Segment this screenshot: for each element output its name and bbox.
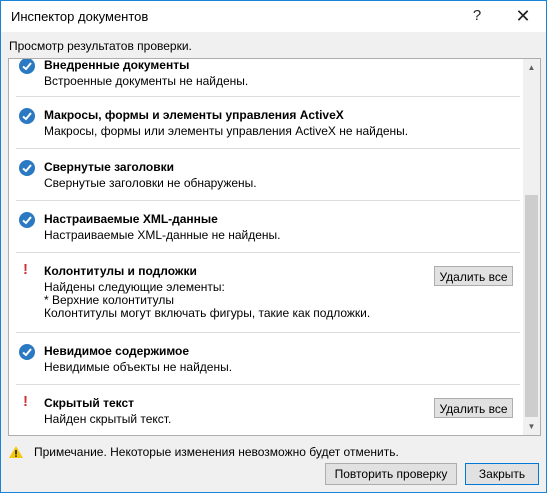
check-circle-icon: [19, 212, 35, 228]
result-description: Невидимые объекты не найдены.: [44, 360, 233, 374]
close-button[interactable]: Закрыть: [465, 463, 539, 485]
exclamation-icon: !: [23, 393, 28, 410]
remove-all-button[interactable]: Удалить все: [434, 398, 513, 418]
check-circle-icon: [19, 344, 35, 360]
recheck-button[interactable]: Повторить проверку: [325, 463, 457, 485]
scroll-down-arrow-icon[interactable]: ▼: [523, 418, 540, 435]
vertical-scrollbar[interactable]: ▲ ▼: [523, 59, 540, 435]
result-item: Настраиваемые XML-данные Настраиваемые XM…: [9, 201, 522, 253]
note-text: Примечание. Некоторые изменения невозмож…: [34, 445, 399, 459]
result-item: Свернутые заголовки Свернутые заголовки н…: [9, 149, 522, 201]
inspection-results-list[interactable]: Внедренные документы Встроенные документы…: [8, 58, 541, 436]
result-description: Колонтитулы могут включать фигуры, такие…: [44, 306, 371, 320]
result-item: ! Колонтитулы и подложки Найдены следующие…: [9, 253, 522, 333]
result-description: Свернутые заголовки не обнаружены.: [44, 176, 257, 190]
scroll-up-arrow-icon[interactable]: ▲: [523, 59, 540, 76]
dialog-subtitle: Просмотр результатов проверки.: [9, 39, 192, 53]
result-description: Встроенные документы не найдены.: [44, 74, 249, 88]
result-description: Найден скрытый текст.: [44, 412, 172, 426]
help-button[interactable]: ?: [463, 3, 491, 29]
result-item: ! Скрытый текст Найден скрытый текст. Удали…: [9, 385, 522, 435]
document-inspector-dialog: Инспектор документов ? ✕ Просмотр резуль…: [0, 0, 547, 493]
result-title: Внедренные документы: [44, 58, 190, 72]
check-circle-icon: [19, 59, 35, 74]
scrollbar-thumb[interactable]: [525, 195, 538, 417]
result-title: Свернутые заголовки: [44, 160, 174, 174]
warning-triangle-icon: [9, 446, 23, 458]
result-title: Невидимое содержимое: [44, 344, 190, 358]
check-circle-icon: [19, 160, 35, 176]
window-title: Инспектор документов: [11, 9, 149, 24]
result-item: Внедренные документы Встроенные документы…: [9, 58, 522, 97]
exclamation-icon: !: [23, 261, 28, 278]
result-description: Макросы, формы или элементы управления A…: [44, 124, 409, 138]
results-list-content: Внедренные документы Встроенные документы…: [9, 58, 522, 435]
remove-all-button[interactable]: Удалить все: [434, 266, 513, 286]
result-title: Настраиваемые XML-данные: [44, 212, 218, 226]
title-bar: Инспектор документов ? ✕: [1, 1, 546, 32]
result-title: Макросы, формы и элементы управления Act…: [44, 108, 344, 122]
check-circle-icon: [19, 108, 35, 124]
result-item: Макросы, формы и элементы управления Act…: [9, 97, 522, 149]
close-window-button[interactable]: ✕: [509, 3, 537, 29]
result-item: Невидимое содержимое Невидимые объекты не…: [9, 333, 522, 385]
result-description: Настраиваемые XML-данные не найдены.: [44, 228, 281, 242]
result-title: Скрытый текст: [44, 396, 135, 410]
result-title: Колонтитулы и подложки: [44, 264, 197, 278]
